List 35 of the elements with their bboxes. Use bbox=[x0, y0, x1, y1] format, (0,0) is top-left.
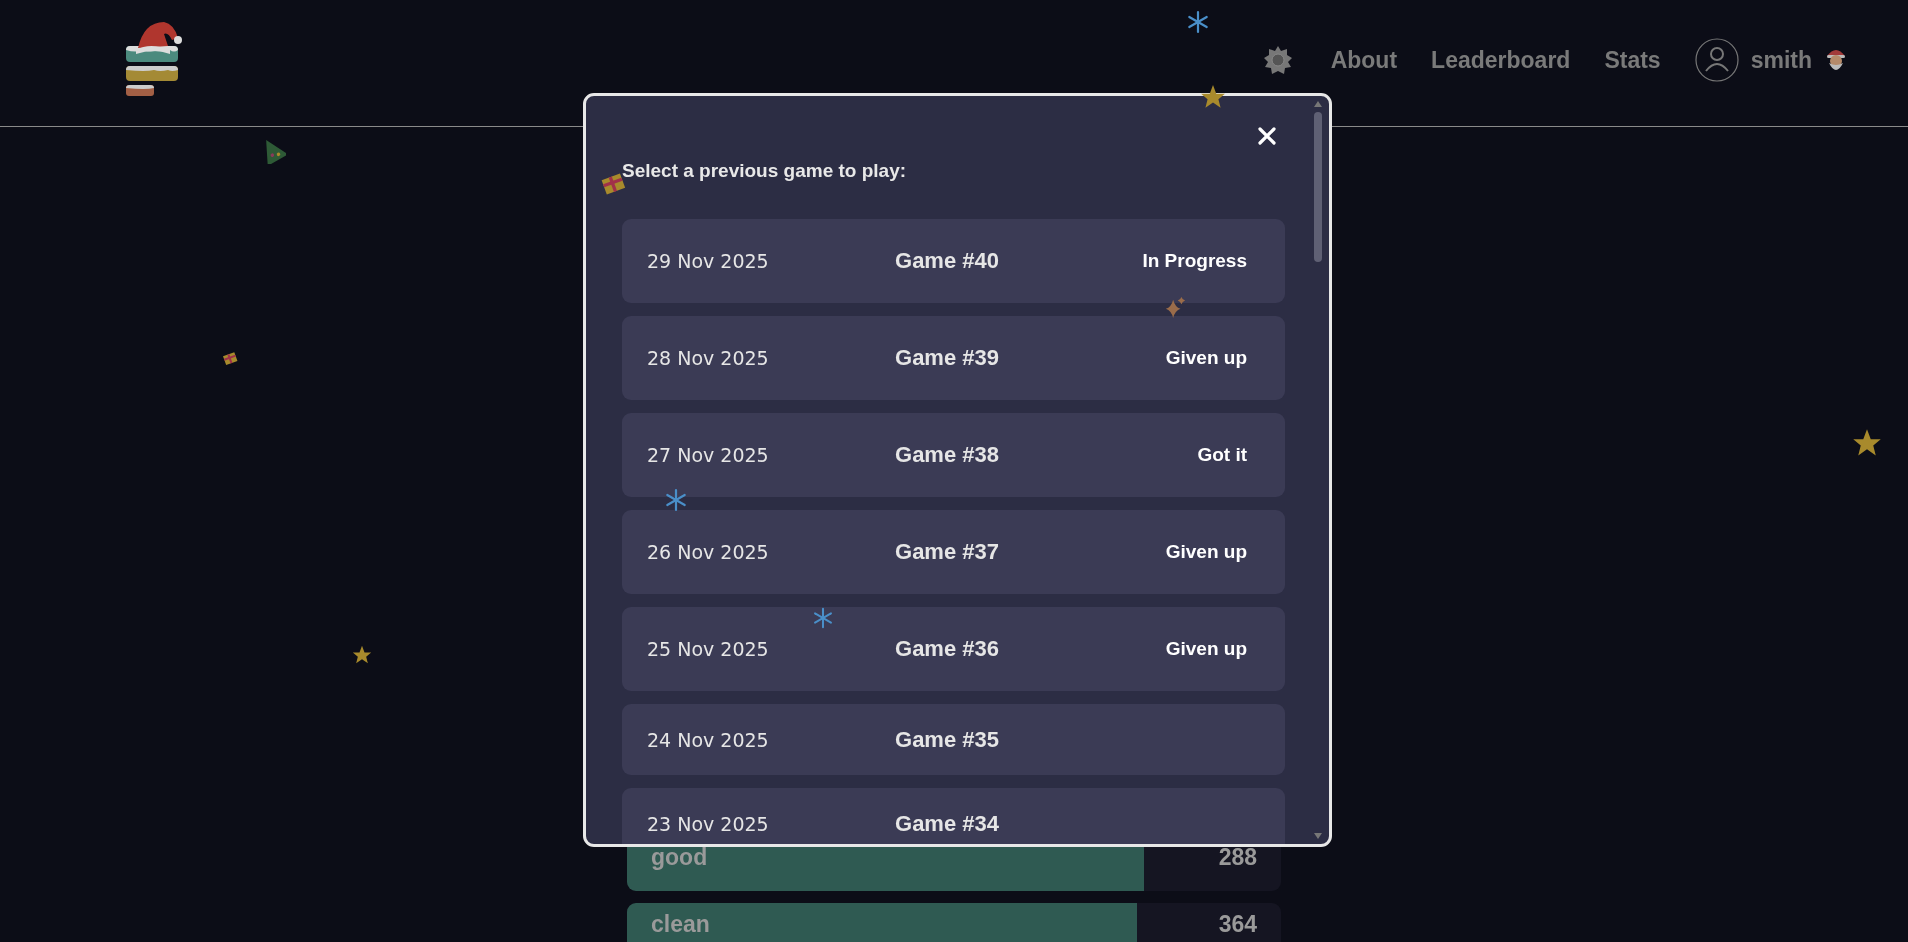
game-title: Game #39 bbox=[895, 345, 999, 371]
game-status: Given up bbox=[1165, 638, 1247, 660]
game-title: Game #37 bbox=[895, 539, 999, 565]
game-date: 27 Nov 2025 bbox=[647, 444, 770, 466]
game-row[interactable]: 29 Nov 2025 Game #40 In Progress bbox=[622, 219, 1285, 303]
result-word: good bbox=[651, 844, 708, 871]
nav-link[interactable]: Stats bbox=[1604, 46, 1661, 74]
game-status: Given up bbox=[1165, 541, 1247, 563]
game-date: 26 Nov 2025 bbox=[647, 541, 770, 563]
game-date: 23 Nov 2025 bbox=[647, 812, 770, 835]
game-title: Game #36 bbox=[895, 636, 999, 662]
game-row[interactable]: 26 Nov 2025 Game #37 Given up bbox=[622, 510, 1285, 594]
dialog-title: Select a previous game to play: bbox=[622, 160, 908, 182]
game-status: Given up bbox=[1165, 347, 1247, 369]
game-date: 28 Nov 2025 bbox=[647, 347, 770, 369]
game-row[interactable]: 27 Nov 2025 Game #38 Got it bbox=[622, 413, 1285, 497]
game-date: 24 Nov 2025 bbox=[647, 728, 770, 751]
game-status: In Progress bbox=[1142, 250, 1247, 272]
game-row[interactable]: 23 Nov 2025 Game #34 bbox=[622, 788, 1285, 844]
nav-link[interactable]: Leaderboard bbox=[1431, 46, 1571, 74]
result-word: clean bbox=[651, 911, 710, 938]
nav-link[interactable]: About bbox=[1330, 46, 1398, 74]
game-title: Game #34 bbox=[895, 810, 999, 837]
game-title: Game #40 bbox=[895, 248, 999, 274]
username[interactable]: smith bbox=[1750, 46, 1812, 74]
game-status: Got it bbox=[1197, 444, 1247, 466]
game-title: Game #35 bbox=[895, 726, 999, 753]
game-date: 25 Nov 2025 bbox=[647, 638, 770, 660]
game-row[interactable]: 25 Nov 2025 Game #36 Given up bbox=[622, 607, 1285, 691]
game-row[interactable]: 28 Nov 2025 Game #39 Given up bbox=[622, 316, 1285, 400]
game-date: 29 Nov 2025 bbox=[647, 250, 770, 272]
game-row[interactable]: 24 Nov 2025 Game #35 bbox=[622, 704, 1285, 775]
result-count: 364 bbox=[1218, 911, 1257, 938]
game-title: Game #38 bbox=[895, 442, 999, 468]
result-count: 288 bbox=[1218, 844, 1257, 871]
